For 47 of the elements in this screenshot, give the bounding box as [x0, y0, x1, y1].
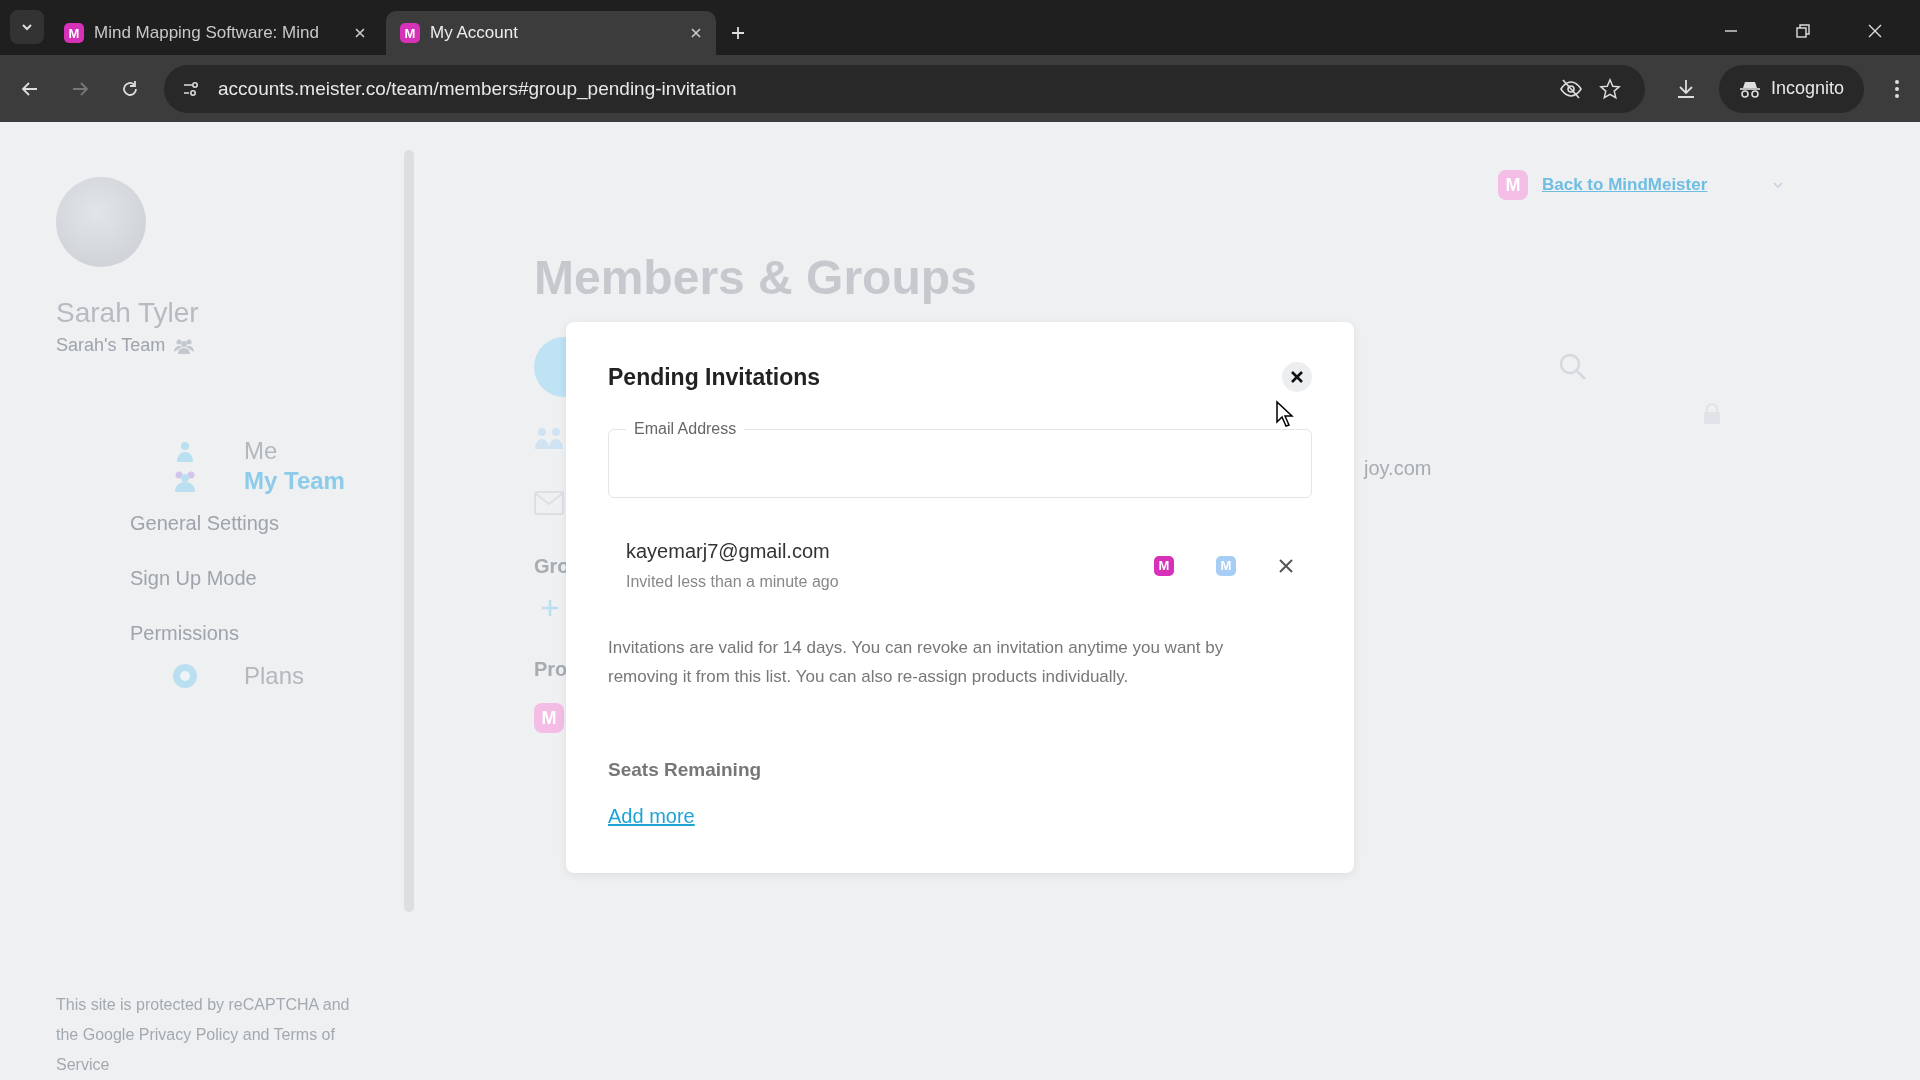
nav-item[interactable]: Me: [56, 436, 278, 466]
browser-tab[interactable]: M My Account: [386, 11, 716, 55]
nav-item[interactable]: Plans: [56, 661, 305, 691]
favicon: M: [400, 23, 420, 43]
add-more-link[interactable]: Add more: [608, 805, 695, 828]
product-toggle[interactable]: M: [1216, 555, 1236, 576]
logo-icon: M: [1498, 170, 1528, 200]
mail-icon: [534, 491, 564, 515]
incognito-button[interactable]: Incognito: [1718, 64, 1864, 113]
restore-icon[interactable]: [1795, 23, 1811, 39]
team-name: Sarah's Team: [56, 335, 166, 356]
menu-icon[interactable]: [1894, 78, 1900, 99]
logo-icon: M: [534, 703, 564, 733]
recaptcha-notice: This site is protected by reCAPTCHA and the Google Privacy Policy and Terms of Service: [56, 995, 351, 1075]
back-link[interactable]: Back to MindMeister: [1542, 175, 1708, 195]
user-name: Sarah Tyler: [56, 297, 200, 329]
member-email: joy.com: [1364, 456, 1432, 480]
nav-item[interactable]: General Settings: [56, 496, 279, 551]
cursor-icon: [1275, 400, 1295, 428]
badge-icon: [170, 661, 200, 691]
url-text: accounts.meister.co/team/members#group_pending-invitation: [218, 77, 737, 100]
invitee-email: kayemarj7@gmail.com: [626, 540, 831, 563]
remove-icon[interactable]: [1278, 557, 1294, 574]
address-bar[interactable]: accounts.meister.co/team/members#group_pending-invitation: [164, 64, 1645, 113]
browser-tab[interactable]: M Mind Mapping Software: Mind: [50, 11, 380, 55]
seats-label: Seats Remaining: [608, 759, 763, 781]
email-field[interactable]: Email Address: [608, 418, 1312, 498]
new-tab-icon[interactable]: [730, 25, 746, 41]
star-icon[interactable]: [1598, 77, 1621, 100]
people-icon: [534, 425, 564, 451]
modal-title: Pending Invitations: [608, 363, 821, 391]
product-toggle[interactable]: M: [1154, 555, 1174, 576]
close-button[interactable]: [1282, 362, 1312, 392]
nav-item[interactable]: Sign Up Mode: [56, 551, 257, 606]
close-icon: [1290, 370, 1304, 384]
close-icon[interactable]: [690, 27, 702, 39]
close-icon[interactable]: [354, 27, 366, 39]
favicon: M: [64, 23, 84, 43]
invitation-status: Invited less than a minute ago: [626, 573, 840, 591]
nav-item[interactable]: Permissions: [56, 606, 239, 661]
info-text: Invitations are valid for 14 days. You can revoke an invitation anytime you want by removing it from this list. You can also re-assign products individually.: [608, 637, 1225, 688]
tab-list-button[interactable]: [10, 10, 44, 44]
section-heading: Pro: [534, 658, 569, 681]
team-icon: [173, 337, 196, 354]
close-icon[interactable]: [1867, 23, 1883, 39]
nav-item[interactable]: My Team: [56, 466, 345, 496]
reload-icon[interactable]: [120, 78, 140, 99]
